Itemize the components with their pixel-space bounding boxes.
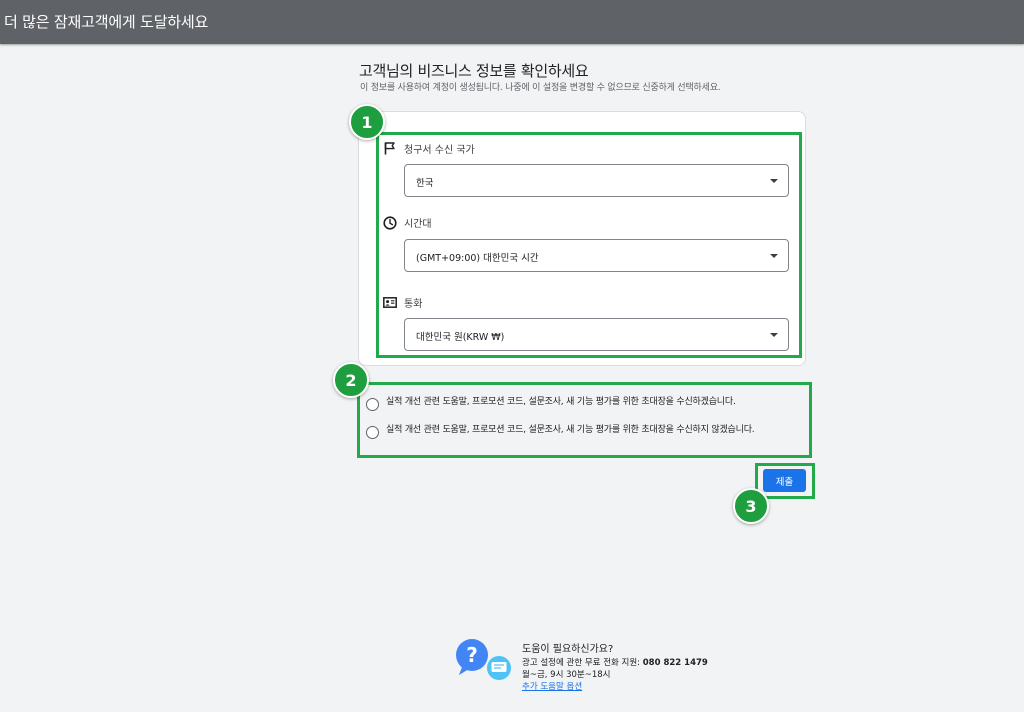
step-badge-1: 1 <box>349 104 385 140</box>
timezone-label: 시간대 <box>383 215 432 230</box>
help-chat-icon: ? <box>454 638 514 688</box>
topbar-title: 더 많은 잠재고객에게 도달하세요 <box>4 13 209 31</box>
help-support-text: 광고 설정에 관한 무료 전화 지원: <box>522 658 641 668</box>
help-support-line: 광고 설정에 관한 무료 전화 지원: 080 822 1479 <box>522 656 708 668</box>
currency-label: 통화 <box>383 295 422 310</box>
consent-option-label: 실적 개선 관련 도움말, 프로모션 코드, 설문조사, 새 기능 평가를 위한… <box>386 397 736 407</box>
consent-option-opt-out[interactable]: 실적 개선 관련 도움말, 프로모션 코드, 설문조사, 새 기능 평가를 위한… <box>366 424 816 439</box>
page-title: 고객님의 비즈니스 정보를 확인하세요 <box>359 62 589 80</box>
country-label: 청구서 수신 국가 <box>383 141 475 156</box>
help-title: 도움이 필요하신가요? <box>522 644 614 655</box>
highlight-box-2 <box>357 382 812 458</box>
timezone-select[interactable]: (GMT+09:00) 대한민국 시간 <box>404 239 789 272</box>
currency-label-text: 통화 <box>404 299 423 310</box>
help-hours: 월~금, 9시 30분~18시 <box>522 670 611 680</box>
currency-value: 대한민국 원(KRW ₩) <box>416 332 505 343</box>
currency-icon <box>383 296 397 310</box>
step-badge-3: 3 <box>733 488 769 524</box>
country-select[interactable]: 한국 <box>404 164 789 197</box>
chevron-down-icon <box>770 333 778 337</box>
timezone-label-text: 시간대 <box>404 219 432 230</box>
consent-option-opt-in[interactable]: 실적 개선 관련 도움말, 프로모션 코드, 설문조사, 새 기능 평가를 위한… <box>366 396 816 411</box>
step-badge-2: 2 <box>333 362 369 398</box>
submit-button[interactable]: 제출 <box>763 469 806 492</box>
help-phone-number: 080 822 1479 <box>642 658 708 668</box>
radio-button[interactable] <box>366 426 379 439</box>
country-value: 한국 <box>416 178 434 189</box>
radio-button[interactable] <box>366 398 379 411</box>
more-help-link[interactable]: 추가 도움말 옵션 <box>522 680 582 692</box>
flag-icon <box>383 142 397 156</box>
chevron-down-icon <box>770 179 778 183</box>
currency-select[interactable]: 대한민국 원(KRW ₩) <box>404 318 789 351</box>
top-bar: 더 많은 잠재고객에게 도달하세요 <box>0 0 1024 44</box>
consent-option-label: 실적 개선 관련 도움말, 프로모션 코드, 설문조사, 새 기능 평가를 위한… <box>386 425 755 435</box>
page-subtitle: 이 정보를 사용하여 계정이 생성됩니다. 나중에 이 설정을 변경할 수 없으… <box>360 83 721 93</box>
chevron-down-icon <box>770 254 778 258</box>
country-label-text: 청구서 수신 국가 <box>404 145 475 156</box>
clock-icon <box>383 215 397 230</box>
svg-text:?: ? <box>466 643 478 667</box>
timezone-value: (GMT+09:00) 대한민국 시간 <box>416 253 539 264</box>
